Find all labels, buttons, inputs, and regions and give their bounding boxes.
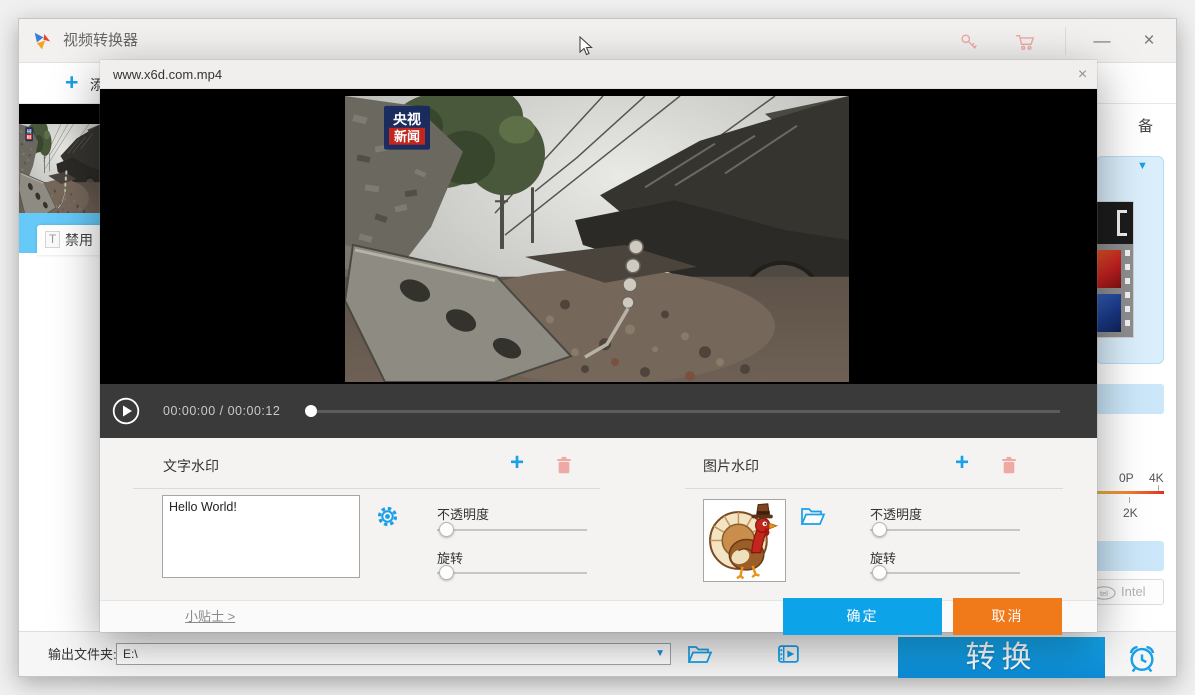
dialog-titlebar: www.x6d.com.mp4 ×: [100, 60, 1097, 89]
text-opacity-handle[interactable]: [439, 522, 454, 537]
preview-bracket: [1117, 210, 1127, 236]
text-watermark-header: 文字水印: [163, 456, 219, 476]
text-settings-gear-icon[interactable]: [376, 505, 399, 528]
text-watermark-divider: [133, 488, 600, 489]
time-separator: /: [220, 404, 228, 418]
right-action-bar-1[interactable]: [1086, 384, 1164, 414]
add-text-watermark-button[interactable]: +: [510, 452, 524, 474]
format-dropdown-arrow-icon[interactable]: ▼: [1137, 160, 1148, 172]
convert-button[interactable]: 转换: [898, 637, 1105, 678]
time-current: 00:00:00: [163, 404, 216, 418]
image-opacity-track[interactable]: [870, 529, 1020, 531]
resolution-mid-label: 2K: [1123, 506, 1138, 520]
text-opacity-slider[interactable]: [437, 522, 587, 538]
right-action-bar-2[interactable]: [1086, 541, 1164, 571]
intel-acceleration-badge[interactable]: tel Intel: [1086, 579, 1164, 605]
text-rotate-slider[interactable]: [437, 565, 587, 581]
tab-disable[interactable]: T 禁用: [37, 225, 103, 255]
dialog-footer: 小贴士 >: [100, 600, 1097, 632]
ok-button[interactable]: 确定: [783, 598, 942, 635]
text-rotate-handle[interactable]: [439, 565, 454, 580]
image-watermark-header: 图片水印: [703, 456, 759, 476]
right-panel-partial-text: 备: [1138, 115, 1153, 136]
register-key-icon[interactable]: [959, 32, 979, 52]
app-title: 视频转换器: [63, 19, 138, 63]
delete-image-watermark-icon[interactable]: [1000, 456, 1018, 475]
resolution-right-label: 4K: [1149, 471, 1164, 485]
media-library-icon[interactable]: [777, 643, 803, 665]
image-rotate-track[interactable]: [870, 572, 1020, 574]
titlebar-divider: [1065, 27, 1066, 55]
text-tool-icon: T: [45, 231, 60, 248]
output-folder-combobox[interactable]: E:\ ▼: [116, 643, 671, 665]
video-preview-area[interactable]: [100, 89, 1097, 384]
image-opacity-label: 不透明度: [870, 504, 922, 523]
dialog-title: www.x6d.com.mp4: [113, 60, 222, 89]
image-rotate-handle[interactable]: [872, 565, 887, 580]
watermark-text-input[interactable]: Hello World!: [162, 495, 360, 578]
svg-text:tel: tel: [1100, 589, 1108, 598]
video-thumbnail[interactable]: [19, 104, 101, 216]
app-logo-icon: [31, 30, 53, 52]
resolution-tick-2k: [1129, 497, 1130, 503]
seek-handle[interactable]: [305, 405, 317, 417]
cancel-button[interactable]: 取消: [953, 598, 1062, 635]
resolution-slider[interactable]: [1086, 491, 1164, 494]
watermark-image-preview[interactable]: [703, 499, 786, 582]
cart-icon[interactable]: [1014, 32, 1036, 52]
open-folder-icon[interactable]: [687, 644, 713, 665]
add-image-watermark-button[interactable]: +: [955, 452, 969, 474]
text-opacity-track[interactable]: [437, 529, 587, 531]
close-button[interactable]: ×: [1131, 19, 1167, 63]
time-total: 00:00:12: [228, 404, 281, 418]
mouse-cursor: [578, 36, 594, 58]
time-display: 00:00:00 / 00:00:12: [163, 384, 280, 438]
play-button[interactable]: [112, 397, 140, 425]
turkey-image: [704, 500, 785, 581]
video-thumbnail-image: [19, 124, 101, 216]
text-opacity-label: 不透明度: [437, 504, 489, 523]
tips-link[interactable]: 小贴士 >: [185, 601, 235, 633]
schedule-alarm-icon[interactable]: [1125, 641, 1159, 675]
image-opacity-slider[interactable]: [870, 522, 1020, 538]
delete-text-watermark-icon[interactable]: [555, 456, 573, 475]
add-files-plus-icon[interactable]: +: [65, 69, 78, 96]
resolution-left-label: 0P: [1119, 471, 1134, 485]
image-opacity-handle[interactable]: [872, 522, 887, 537]
seek-bar[interactable]: [305, 384, 1062, 438]
text-rotate-track[interactable]: [437, 572, 587, 574]
image-watermark-divider: [685, 488, 1063, 489]
output-folder-value: E:\: [123, 644, 138, 664]
browse-image-folder-icon[interactable]: [800, 506, 826, 527]
watermark-dialog: www.x6d.com.mp4 × 00:00:00 / 00:00:12 文字…: [100, 60, 1097, 632]
output-folder-label: 输出文件夹:: [48, 632, 117, 677]
player-bar: 00:00:00 / 00:00:12: [100, 384, 1097, 438]
image-rotate-slider[interactable]: [870, 565, 1020, 581]
dialog-close-button[interactable]: ×: [1068, 60, 1097, 89]
main-titlebar: 视频转换器 — ×: [19, 19, 1176, 63]
tab-disable-label: 禁用: [65, 225, 93, 255]
minimize-button[interactable]: —: [1084, 19, 1120, 63]
seek-track[interactable]: [311, 410, 1060, 413]
intel-label: Intel: [1121, 580, 1146, 604]
combo-arrow-icon[interactable]: ▼: [655, 644, 665, 664]
video-frame: [345, 96, 849, 382]
